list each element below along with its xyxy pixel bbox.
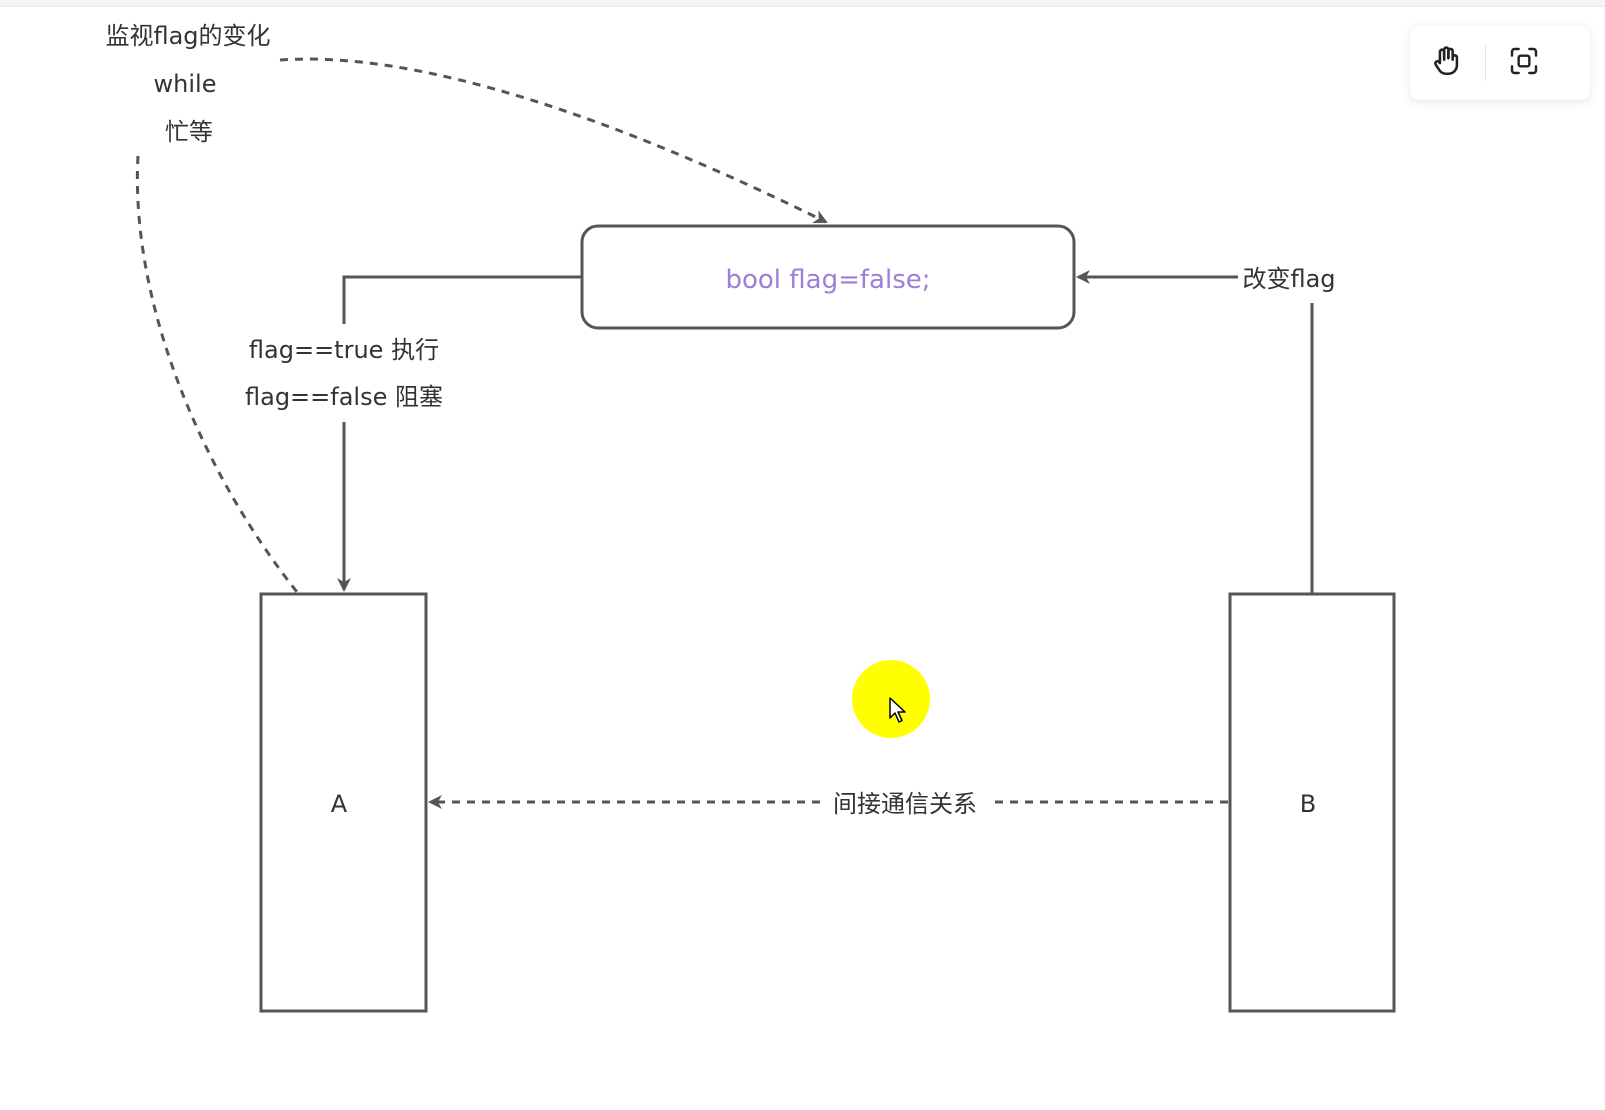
- annotation-monitor: 监视flag的变化: [105, 22, 270, 50]
- hand-icon: [1430, 44, 1464, 82]
- monitor-dashed-curve: [279, 57, 828, 224]
- focus-frame-icon: [1508, 45, 1540, 81]
- canvas-toolbar: [1410, 26, 1590, 100]
- focus-tool-button[interactable]: [1499, 38, 1549, 88]
- flag-to-a-connector-top: [342, 275, 582, 324]
- node-a-label: A: [331, 790, 348, 818]
- hand-tool-button[interactable]: [1422, 38, 1472, 88]
- flag-node-text: bool flag=false;: [725, 265, 930, 295]
- toolbar-divider: [1485, 45, 1486, 81]
- diagram-canvas: bool flag=false; flag==true 执行 flag==fal…: [105, 22, 1396, 1013]
- annotation-while: while: [154, 70, 217, 98]
- edge-label-indirect: 间接通信关系: [833, 790, 977, 818]
- edge-label-false-block: flag==false 阻塞: [245, 383, 443, 411]
- busy-wait-dashed-curve: [135, 155, 299, 593]
- mouse-pointer-icon: [888, 696, 908, 728]
- edge-label-true-exec: flag==true 执行: [249, 336, 439, 364]
- node-b-label: B: [1300, 790, 1316, 818]
- annotation-busy-wait: 忙等: [165, 118, 213, 146]
- edge-label-change-flag: 改变flag: [1242, 265, 1335, 293]
